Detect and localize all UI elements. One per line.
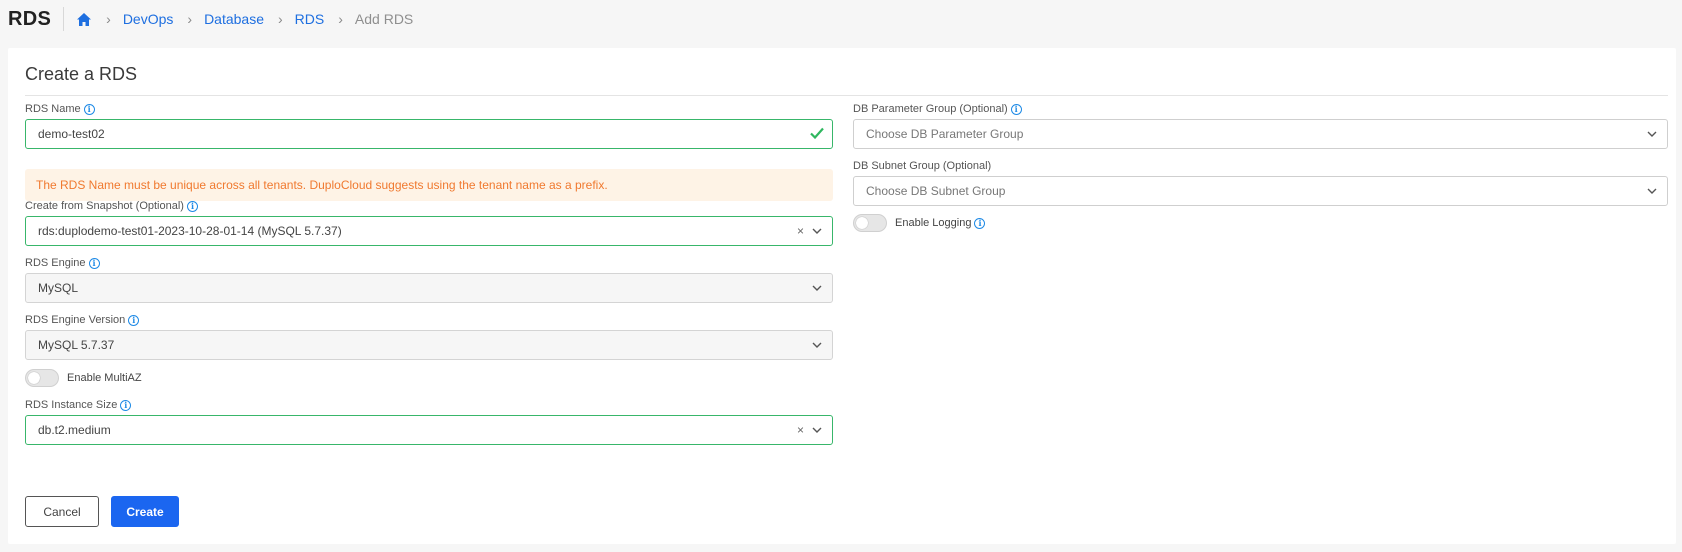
instance-size-label-text: RDS Instance Size: [25, 399, 118, 411]
engine-version-value: MySQL 5.7.37: [38, 338, 115, 352]
engine-select[interactable]: MySQL: [25, 273, 833, 303]
engine-version-label-text: RDS Engine Version: [25, 314, 126, 326]
breadcrumb-separator-icon: ›: [187, 11, 193, 27]
chevron-down-icon[interactable]: [810, 338, 824, 352]
multiaz-toggle-row: Enable MultiAZ: [25, 369, 142, 387]
info-icon[interactable]: i: [1010, 103, 1022, 115]
engine-label-text: RDS Engine: [25, 257, 86, 269]
form-title: Create a RDS: [25, 64, 138, 84]
top-bar: RDS › DevOps › Database › RDS › Add RDS: [0, 0, 1682, 38]
instance-size-select[interactable]: db.t2.medium ×: [25, 415, 833, 445]
toggle-knob: [856, 217, 868, 229]
chevron-down-icon[interactable]: [1645, 127, 1659, 141]
breadcrumb-separator-icon: ›: [278, 11, 283, 27]
param-group-placeholder: Choose DB Parameter Group: [866, 127, 1024, 141]
info-icon[interactable]: i: [83, 103, 95, 115]
clear-icon[interactable]: ×: [797, 224, 804, 238]
breadcrumb-separator-icon: ›: [106, 11, 111, 27]
rds-name-input[interactable]: demo-test02: [25, 119, 833, 149]
create-rds-card: Create a RDS RDS Name i demo-test02 The …: [8, 48, 1676, 544]
chevron-down-icon[interactable]: [810, 281, 824, 295]
home-icon[interactable]: [76, 11, 92, 27]
breadcrumb-rds[interactable]: RDS: [295, 11, 325, 27]
info-icon[interactable]: i: [128, 314, 140, 326]
snapshot-select[interactable]: rds:duplodemo-test01-2023-10-28-01-14 (M…: [25, 216, 833, 246]
clear-icon[interactable]: ×: [797, 423, 804, 437]
logging-toggle[interactable]: [853, 214, 887, 232]
breadcrumb-database[interactable]: Database: [204, 11, 264, 27]
chevron-down-icon[interactable]: [810, 423, 824, 437]
instance-size-label: RDS Instance Size i: [25, 399, 132, 411]
multiaz-label: Enable MultiAZ: [67, 372, 142, 384]
snapshot-label-text: Create from Snapshot (Optional): [25, 200, 184, 212]
title-divider: [63, 7, 65, 31]
toggle-knob: [28, 372, 40, 384]
cancel-button[interactable]: Cancel: [25, 496, 99, 527]
snapshot-label: Create from Snapshot (Optional) i: [25, 200, 198, 212]
engine-version-select[interactable]: MySQL 5.7.37: [25, 330, 833, 360]
multiaz-toggle[interactable]: [25, 369, 59, 387]
rds-name-label-text: RDS Name: [25, 103, 81, 115]
chevron-down-icon[interactable]: [1645, 184, 1659, 198]
engine-label: RDS Engine i: [25, 257, 100, 269]
info-icon[interactable]: i: [120, 399, 132, 411]
info-icon[interactable]: i: [974, 217, 986, 229]
subnet-group-label-text: DB Subnet Group (Optional): [853, 160, 992, 172]
title-divider-line: [25, 95, 1668, 96]
info-icon[interactable]: i: [88, 257, 100, 269]
engine-value: MySQL: [38, 281, 79, 295]
rds-name-notice: The RDS Name must be unique across all t…: [25, 169, 833, 201]
rds-name-label: RDS Name i: [25, 103, 95, 115]
instance-size-value: db.t2.medium: [38, 423, 111, 437]
create-button[interactable]: Create: [111, 496, 179, 527]
breadcrumb-current: Add RDS: [354, 11, 414, 27]
chevron-down-icon[interactable]: [810, 224, 824, 238]
page-title: RDS: [8, 7, 52, 30]
param-group-label: DB Parameter Group (Optional) i: [853, 103, 1022, 115]
subnet-group-select[interactable]: Choose DB Subnet Group: [853, 176, 1668, 206]
param-group-label-text: DB Parameter Group (Optional): [853, 103, 1008, 115]
snapshot-value: rds:duplodemo-test01-2023-10-28-01-14 (M…: [38, 224, 342, 238]
rds-name-value: demo-test02: [38, 127, 105, 141]
subnet-group-placeholder: Choose DB Subnet Group: [866, 184, 1006, 198]
breadcrumb-separator-icon: ›: [338, 11, 343, 27]
param-group-select[interactable]: Choose DB Parameter Group: [853, 119, 1668, 149]
breadcrumb-devops[interactable]: DevOps: [123, 11, 174, 27]
logging-toggle-row: Enable Logging i: [853, 214, 986, 232]
check-icon: [810, 127, 824, 142]
subnet-group-label: DB Subnet Group (Optional): [853, 160, 991, 172]
logging-label: Enable Logging: [895, 217, 972, 229]
engine-version-label: RDS Engine Version i: [25, 314, 140, 326]
info-icon[interactable]: i: [186, 200, 198, 212]
